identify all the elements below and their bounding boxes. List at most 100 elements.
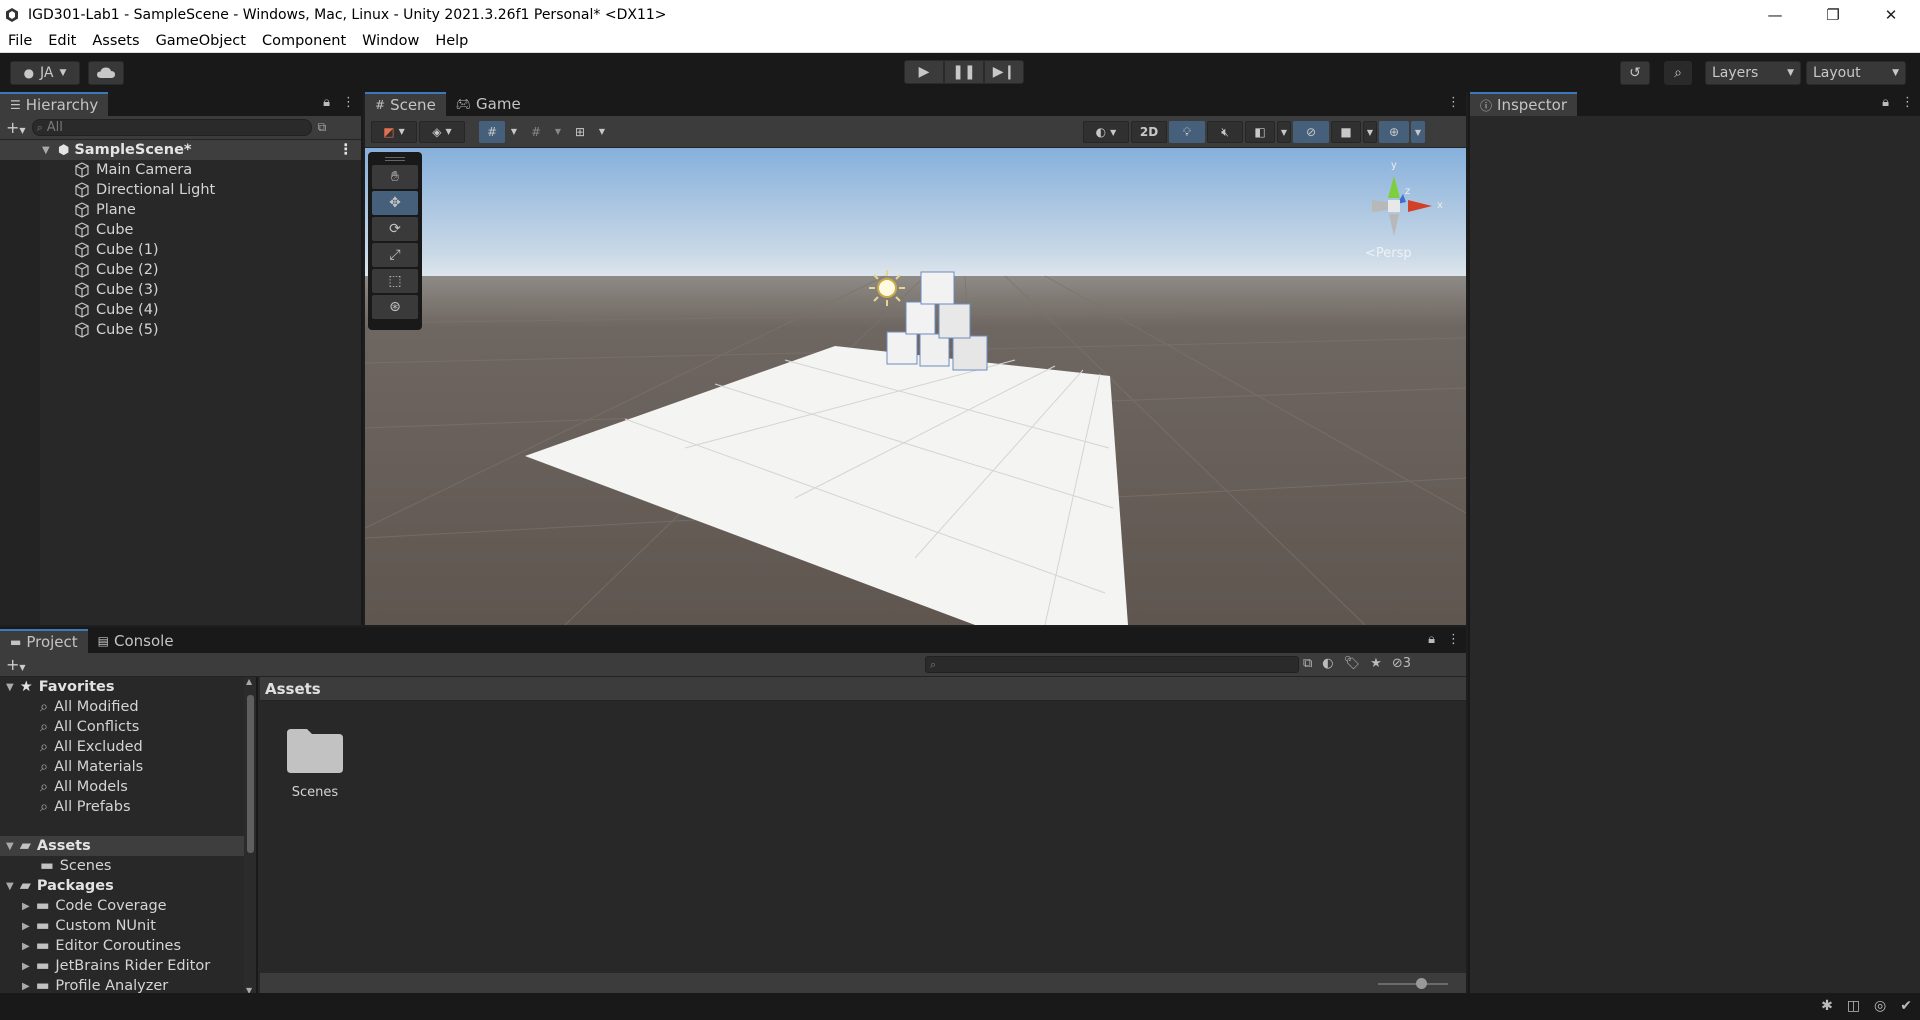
lighting-toggle[interactable]: 💡︎ <box>1169 121 1205 143</box>
grid-snap-dropdown[interactable]: ▼ <box>507 120 521 143</box>
icon-size-slider[interactable] <box>1378 978 1448 989</box>
draw-mode-dropdown[interactable]: ◩ ▼ <box>371 120 417 143</box>
lock-icon[interactable]: 🔒︎ <box>1428 632 1435 647</box>
hierarchy-search-input[interactable]: ⌕ All <box>31 119 312 136</box>
hierarchy-item[interactable]: Directional Light <box>0 180 361 200</box>
toggle-2d-button[interactable]: 2D <box>1131 121 1167 143</box>
favorite-star-icon[interactable]: ★ <box>1370 656 1382 671</box>
tab-console[interactable]: ▤ Console <box>88 629 184 653</box>
more-options-icon[interactable]: ⋮ <box>1901 95 1914 110</box>
increment-snap-dropdown[interactable]: ▼ <box>551 120 565 143</box>
create-button[interactable]: +▼ <box>6 655 26 674</box>
icon-size-slider-knob[interactable] <box>1416 978 1427 989</box>
minimize-button[interactable]: — <box>1746 0 1804 29</box>
search-button[interactable]: ⌕ <box>1664 61 1692 85</box>
increment-snap-toggle[interactable]: # <box>523 120 549 143</box>
ruler-toggle[interactable]: ⊞ <box>567 120 593 143</box>
scale-tool[interactable]: ⤢ <box>372 243 418 267</box>
hierarchy-item[interactable]: Cube (3) <box>0 280 361 300</box>
tree-packages[interactable]: ▼ ▰ Packages <box>0 876 256 896</box>
camera-settings-button[interactable]: ■ <box>1331 121 1361 143</box>
lock-icon[interactable]: 🔒︎ <box>1882 95 1889 110</box>
menu-edit[interactable]: Edit <box>40 33 84 49</box>
menu-component[interactable]: Component <box>254 33 354 49</box>
search-by-type-icon[interactable]: ◐ <box>1322 656 1333 671</box>
tab-project[interactable]: ▬ Project <box>0 629 88 653</box>
effects-toggle[interactable]: ◧ <box>1245 121 1275 143</box>
hierarchy-item[interactable]: Cube (2) <box>0 260 361 280</box>
tree-scrollbar[interactable]: ▲ ▼ <box>244 677 256 995</box>
tab-hierarchy[interactable]: ☰ Hierarchy <box>0 92 109 116</box>
menu-help[interactable]: Help <box>427 33 476 49</box>
menu-assets[interactable]: Assets <box>84 33 147 49</box>
account-dropdown[interactable]: ● JA ▼ <box>10 61 80 85</box>
tree-package-item[interactable]: ▶ ▬ Editor Coroutines <box>0 936 256 956</box>
palette-grip[interactable] <box>385 157 405 161</box>
breadcrumb-assets[interactable]: Assets <box>265 680 321 698</box>
tree-package-item[interactable]: ▶ ▬ JetBrains Rider Editor <box>0 956 256 976</box>
project-search-input[interactable]: ⌕ <box>925 656 1299 673</box>
search-in-package-icon[interactable]: ⧉ <box>1303 656 1312 671</box>
menu-window[interactable]: Window <box>354 33 427 49</box>
audio-toggle[interactable]: 🔇︎ <box>1207 121 1243 143</box>
tab-scene[interactable]: # Scene <box>365 92 446 116</box>
effects-dropdown[interactable]: ▼ <box>1277 121 1291 143</box>
tab-inspector[interactable]: ⓘ Inspector <box>1470 92 1577 116</box>
history-button[interactable]: ↺ <box>1620 61 1650 85</box>
tree-scrollbar-thumb[interactable] <box>247 695 254 853</box>
menu-file[interactable]: File <box>0 33 40 49</box>
gizmos-dropdown[interactable]: ▼ <box>1411 121 1425 143</box>
close-button[interactable]: ✕ <box>1862 0 1920 29</box>
asset-item-scenes[interactable]: Scenes <box>280 725 350 800</box>
cloud-button[interactable] <box>88 61 124 85</box>
rotate-tool[interactable]: ⟳ <box>372 217 418 241</box>
gizmos-toggle[interactable]: ⊕ <box>1379 121 1409 143</box>
grid-snap-toggle[interactable]: # <box>479 120 505 143</box>
camera-dropdown[interactable]: ▼ <box>1363 121 1377 143</box>
menu-gameobject[interactable]: GameObject <box>148 33 254 49</box>
render-mode-dropdown[interactable]: ◈ ▼ <box>419 120 465 143</box>
more-options-icon[interactable]: ⋮ <box>1447 632 1460 647</box>
tree-package-item[interactable]: ▶ ▬ Custom NUnit <box>0 916 256 936</box>
more-options-icon[interactable]: ⋮ <box>1447 95 1460 110</box>
play-button[interactable]: ▶ <box>904 60 944 84</box>
hierarchy-item[interactable]: Cube (4) <box>0 300 361 320</box>
projection-label[interactable]: <Persp <box>1365 246 1412 261</box>
hierarchy-item[interactable]: Cube <box>0 220 361 240</box>
hand-tool[interactable]: ✋︎ <box>372 165 418 189</box>
directional-light-gizmo[interactable] <box>869 270 905 306</box>
scene-root-row[interactable]: ▼ ⬢ SampleScene* ⋮ <box>0 140 361 160</box>
hierarchy-item[interactable]: Cube (5) <box>0 320 361 340</box>
tree-folder-item[interactable]: ▬ Scenes <box>0 856 256 876</box>
status-check-icon[interactable]: ✔ <box>1900 998 1912 1014</box>
hidden-packages-toggle[interactable]: ⊘3 <box>1392 656 1411 671</box>
tree-favorites[interactable]: ▼ ★ Favorites <box>0 677 256 697</box>
tree-package-item[interactable]: ▶ ▬ Code Coverage <box>0 896 256 916</box>
tab-game[interactable]: 🎮︎ Game <box>446 92 531 116</box>
lock-icon[interactable]: 🔒︎ <box>323 95 330 110</box>
scene-viewport[interactable]: y x z <Persp ✋︎ ✥ ⟳ ⤢ ⬚ ⊛ <box>365 148 1466 625</box>
tree-assets[interactable]: ▼ ▰ Assets <box>0 836 256 856</box>
maximize-button[interactable]: ❐ <box>1804 0 1862 29</box>
more-options-icon[interactable]: ⋮ <box>339 142 354 158</box>
ruler-dropdown[interactable]: ▼ <box>595 120 609 143</box>
tree-favorite-item[interactable]: ⌕ All Conflicts <box>0 717 256 737</box>
tree-favorite-item[interactable]: ⌕ All Materials <box>0 757 256 777</box>
scene-visibility-toggle[interactable]: ⊘ <box>1293 121 1329 143</box>
pause-button[interactable]: ❚❚ <box>944 60 984 84</box>
debug-icon[interactable]: ✱ <box>1821 998 1833 1014</box>
layers-dropdown[interactable]: Layers ▼ <box>1705 61 1801 85</box>
step-button[interactable]: ▶❙ <box>984 60 1024 84</box>
create-button[interactable]: +▼ <box>6 118 26 137</box>
hierarchy-item[interactable]: Main Camera <box>0 160 361 180</box>
tree-favorite-item[interactable]: ⌕ All Models <box>0 777 256 797</box>
more-options-icon[interactable]: ⋮ <box>342 95 355 110</box>
search-by-label-icon[interactable]: 🏷︎ <box>1344 656 1361 671</box>
search-options-icon[interactable]: ⧉ <box>318 120 327 135</box>
hierarchy-item[interactable]: Plane <box>0 200 361 220</box>
network-icon[interactable]: ◎ <box>1874 998 1886 1014</box>
shading-mode-dropdown[interactable]: ◐ ▼ <box>1083 121 1129 143</box>
tree-favorite-item[interactable]: ⌕ All Prefabs <box>0 797 256 817</box>
layout-dropdown[interactable]: Layout ▼ <box>1806 61 1906 85</box>
scroll-up-icon[interactable]: ▲ <box>246 677 252 686</box>
